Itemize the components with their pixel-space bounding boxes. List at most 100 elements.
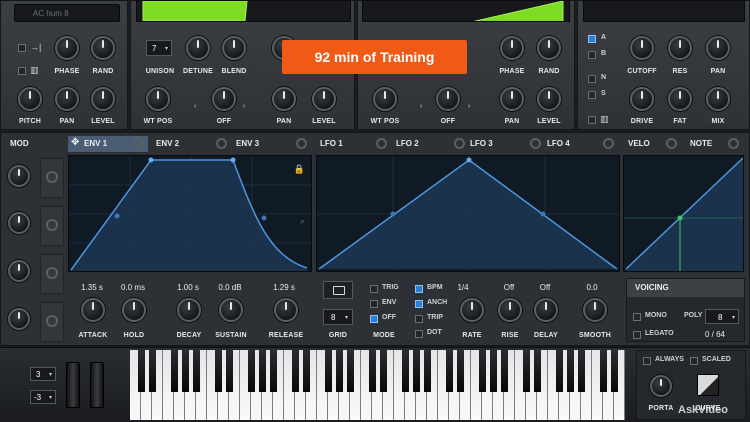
macro-knob-1[interactable]: [8, 165, 30, 187]
macro-slot-2[interactable]: [40, 206, 64, 246]
black-key[interactable]: [225, 350, 233, 392]
black-key[interactable]: [192, 350, 200, 392]
black-key[interactable]: [346, 350, 354, 392]
black-key[interactable]: [577, 350, 585, 392]
release-knob[interactable]: [274, 298, 298, 322]
rand-knob-a[interactable]: [91, 36, 115, 60]
chevron-left-icon[interactable]: ‹: [194, 103, 196, 110]
phase-knob-d[interactable]: [500, 36, 524, 60]
black-key[interactable]: [445, 350, 453, 392]
black-key[interactable]: [412, 350, 420, 392]
tab-note[interactable]: NOTE: [690, 139, 712, 148]
folder-button[interactable]: [323, 281, 353, 299]
black-key[interactable]: [401, 350, 409, 392]
piano-keyboard[interactable]: [130, 350, 625, 420]
blend-knob[interactable]: [222, 36, 246, 60]
black-key[interactable]: [181, 350, 189, 392]
velo-graph[interactable]: [623, 155, 744, 272]
black-key[interactable]: [456, 350, 464, 392]
tab-env3[interactable]: ENV 3: [236, 139, 259, 148]
black-key[interactable]: [379, 350, 387, 392]
attack-knob[interactable]: [81, 298, 105, 322]
preset-name-field[interactable]: AC hum 8: [14, 4, 120, 22]
route-b-toggle[interactable]: [588, 51, 596, 59]
octave-down-select[interactable]: -3 ▾: [30, 390, 56, 404]
osc-a-toggle-2[interactable]: [18, 67, 26, 75]
chevron-right-icon[interactable]: ›: [468, 103, 470, 110]
tab-lfo1[interactable]: LFO 1: [320, 139, 343, 148]
filter-pan-knob[interactable]: [706, 36, 730, 60]
curve-button[interactable]: [697, 374, 719, 396]
route-a-toggle[interactable]: [588, 35, 596, 43]
wt-pos-knob-b[interactable]: [146, 87, 170, 111]
black-key[interactable]: [566, 350, 574, 392]
warp-knob-b[interactable]: [212, 87, 236, 111]
black-key[interactable]: [522, 350, 530, 392]
bpm-toggle[interactable]: [415, 285, 423, 293]
wavetable-display-b[interactable]: [136, 0, 351, 22]
filter-keytrack-toggle[interactable]: [588, 116, 596, 124]
black-key[interactable]: [170, 350, 178, 392]
porta-knob[interactable]: [650, 375, 672, 397]
cutoff-knob[interactable]: [630, 36, 654, 60]
route-s-toggle[interactable]: [588, 91, 596, 99]
octave-up-select[interactable]: 3 ▾: [30, 367, 56, 381]
lock-icon[interactable]: 🔒: [294, 164, 305, 175]
rand-knob-d[interactable]: [537, 36, 561, 60]
pitch-knob-a[interactable]: [18, 87, 42, 111]
trip-toggle[interactable]: [415, 315, 423, 323]
grid-select[interactable]: 8 ▾: [323, 309, 353, 325]
wt-pos-knob-d[interactable]: [373, 87, 397, 111]
dot-toggle[interactable]: [415, 330, 423, 338]
training-banner[interactable]: 92 min of Training: [282, 40, 467, 74]
chevron-right-icon[interactable]: ›: [243, 103, 245, 110]
off-mode-toggle[interactable]: [370, 315, 378, 323]
wavetable-display-d[interactable]: [362, 0, 570, 22]
zoom-icon[interactable]: ⌕: [300, 216, 305, 227]
always-toggle[interactable]: [643, 357, 651, 365]
pan-knob-d[interactable]: [500, 87, 524, 111]
env-mode-toggle[interactable]: [370, 300, 378, 308]
black-key[interactable]: [368, 350, 376, 392]
res-knob[interactable]: [668, 36, 692, 60]
black-key[interactable]: [500, 350, 508, 392]
level-knob-d[interactable]: [537, 87, 561, 111]
env-graph[interactable]: 🔒 ⌕: [68, 155, 312, 272]
black-key[interactable]: [258, 350, 266, 392]
phase-knob-a[interactable]: [55, 36, 79, 60]
tab-velo[interactable]: VELO: [628, 139, 650, 148]
legato-toggle[interactable]: [633, 331, 641, 339]
black-key[interactable]: [291, 350, 299, 392]
macro-slot-1[interactable]: [40, 158, 64, 198]
mono-toggle[interactable]: [633, 313, 641, 321]
pan-knob-a[interactable]: [55, 87, 79, 111]
black-key[interactable]: [137, 350, 145, 392]
level-knob-b[interactable]: [312, 87, 336, 111]
rise-knob[interactable]: [498, 298, 522, 322]
osc-a-toggle-1[interactable]: [18, 44, 26, 52]
scaled-toggle[interactable]: [690, 357, 698, 365]
macro-knob-3[interactable]: [8, 260, 30, 282]
black-key[interactable]: [533, 350, 541, 392]
macro-slot-4[interactable]: [40, 302, 64, 342]
route-n-toggle[interactable]: [588, 75, 596, 83]
black-key[interactable]: [555, 350, 563, 392]
chevron-left-icon[interactable]: ‹: [420, 103, 422, 110]
black-key[interactable]: [148, 350, 156, 392]
drive-knob[interactable]: [630, 87, 654, 111]
pitch-wheel[interactable]: [66, 362, 80, 408]
fat-knob[interactable]: [668, 87, 692, 111]
unison-display[interactable]: 7 ▾: [146, 40, 172, 56]
black-key[interactable]: [214, 350, 222, 392]
black-key[interactable]: [423, 350, 431, 392]
black-key[interactable]: [489, 350, 497, 392]
sustain-knob[interactable]: [219, 298, 243, 322]
macro-slot-3[interactable]: [40, 254, 64, 294]
detune-knob[interactable]: [186, 36, 210, 60]
black-key[interactable]: [599, 350, 607, 392]
tab-lfo4[interactable]: LFO 4: [547, 139, 570, 148]
trig-toggle[interactable]: [370, 285, 378, 293]
mix-knob[interactable]: [706, 87, 730, 111]
filter-display[interactable]: [583, 0, 745, 22]
lfo-graph[interactable]: [316, 155, 620, 272]
